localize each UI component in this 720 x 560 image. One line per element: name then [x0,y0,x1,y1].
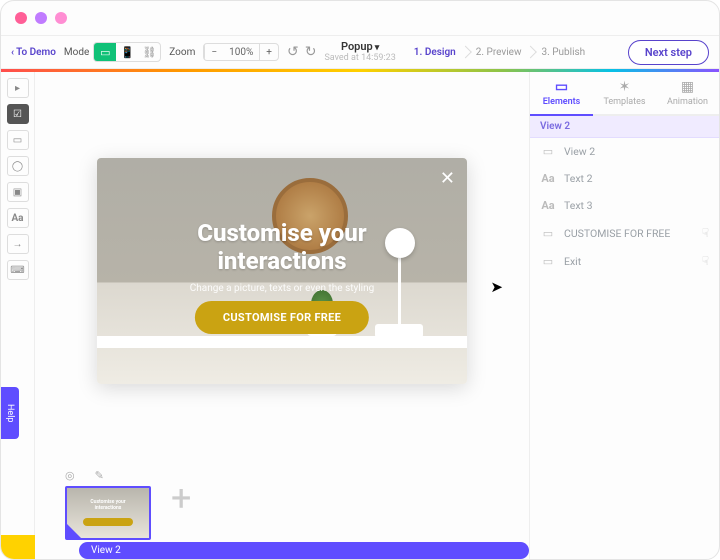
button-icon: ▭ [540,255,556,268]
animation-icon: ▦ [681,79,694,95]
layer-item[interactable]: ▭View 2 [530,138,719,165]
tool-text[interactable]: Aa [7,208,29,228]
layer-item[interactable]: AaText 2 [530,165,719,192]
cta-button[interactable]: CUSTOMISE FOR FREE [195,301,369,334]
top-toolbar: ‹To Demo Mode ▭ 📱 ⛓ Zoom − 100% + ↺ ↻ Po… [1,35,719,69]
tool-image[interactable]: ▣ [7,182,29,202]
layer-item[interactable]: AaText 3 [530,192,719,219]
step-publish[interactable]: 3. Publish [531,43,595,62]
saved-status: Saved at 14:59:23 [324,54,395,64]
layer-item[interactable]: ▭Exit☟ [530,247,719,275]
window-dot-icon [55,12,67,24]
tool-circle[interactable]: ◯ [7,156,29,176]
desktop-icon[interactable]: ▭ [94,43,116,61]
views-strip: ◎ ✎ Customise yourinteractions + [35,450,529,546]
mode-label: Mode [64,47,89,58]
history-controls: ↺ ↻ [287,44,316,60]
canvas-column: ✕ Customise yourinteractions Change a pi… [35,72,529,559]
canvas[interactable]: ✕ Customise yourinteractions Change a pi… [35,72,529,450]
step-design[interactable]: 1. Design [404,43,466,62]
active-corner-icon [67,524,81,538]
layer-item[interactable]: ▭CUSTOMISE FOR FREE☟ [530,219,719,247]
chevron-down-icon: ▾ [375,43,380,53]
layers-toggle[interactable] [1,535,35,559]
zoom-plus-button[interactable]: + [259,44,278,60]
app-window: ‹To Demo Mode ▭ 📱 ⛓ Zoom − 100% + ↺ ↻ Po… [0,0,720,560]
window-dot-icon [15,12,27,24]
interaction-icon: ☟ [702,254,709,268]
elements-icon: ▭ [555,79,568,95]
tool-select[interactable]: ▸ [7,78,29,98]
help-tab[interactable]: Help [1,387,19,439]
left-toolrail: ▸ ☑ ▭ ◯ ▣ Aa → ⌨ Help [1,72,35,559]
step-preview[interactable]: 2. Preview [466,43,532,62]
popup-copy: Customise yourinteractions Change a pict… [97,220,467,294]
zoom-control[interactable]: − 100% + [203,43,279,61]
close-icon[interactable]: ✕ [440,168,455,189]
tool-frame[interactable]: ▭ [7,130,29,150]
chevron-left-icon: ‹ [11,47,14,58]
document-title[interactable]: Popup▾ Saved at 14:59:23 [324,41,395,64]
panel-tabs: ▭Elements ✶Templates ▦Animation [530,72,719,116]
tab-templates[interactable]: ✶Templates [593,72,656,114]
tool-rect[interactable]: ☑ [7,104,29,124]
undo-icon[interactable]: ↺ [287,44,299,60]
shelf-decoration [97,336,467,348]
back-link[interactable]: ‹To Demo [11,47,56,58]
redo-icon[interactable]: ↻ [305,44,317,60]
link-icon[interactable]: ⛓ [138,43,160,61]
zoom-value: 100% [223,44,259,60]
cursor-icon: ➤ [490,278,503,296]
layers-header: View 2 [530,116,719,138]
tool-arrow[interactable]: → [7,234,29,254]
frame-icon: ▭ [540,145,556,158]
view-thumbnail[interactable]: Customise yourinteractions [65,486,151,540]
mode-group: Mode ▭ 📱 ⛓ [64,42,161,62]
workspace: ▸ ☑ ▭ ◯ ▣ Aa → ⌨ Help ✕ [1,72,719,559]
tool-input[interactable]: ⌨ [7,260,29,280]
button-icon: ▭ [540,227,556,240]
mobile-icon[interactable]: 📱 [116,43,138,61]
text-icon: Aa [540,172,556,185]
target-icon[interactable]: ◎ [65,469,75,482]
add-view-button[interactable]: + [171,477,191,519]
tab-animation[interactable]: ▦Animation [656,72,719,114]
templates-icon: ✶ [619,79,631,95]
zoom-label: Zoom [169,47,195,58]
zoom-minus-button[interactable]: − [204,44,223,60]
popup-preview[interactable]: ✕ Customise yourinteractions Change a pi… [97,158,467,384]
interaction-icon: ☟ [702,226,709,240]
next-step-button[interactable]: Next step [628,40,709,65]
layer-list: ▭View 2 AaText 2 AaText 3 ▭CUSTOMISE FOR… [530,138,719,275]
window-dot-icon [35,12,47,24]
edit-icon[interactable]: ✎ [95,469,104,482]
wizard-steps: 1. Design 2. Preview 3. Publish [404,43,595,62]
window-titlebar [1,1,719,35]
text-icon: Aa [540,199,556,212]
tab-elements[interactable]: ▭Elements [530,72,593,116]
device-toggle[interactable]: ▭ 📱 ⛓ [93,42,161,62]
right-panel: ▭Elements ✶Templates ▦Animation View 2 ▭… [529,72,719,559]
view-name-pill[interactable]: View 2 [79,542,529,559]
